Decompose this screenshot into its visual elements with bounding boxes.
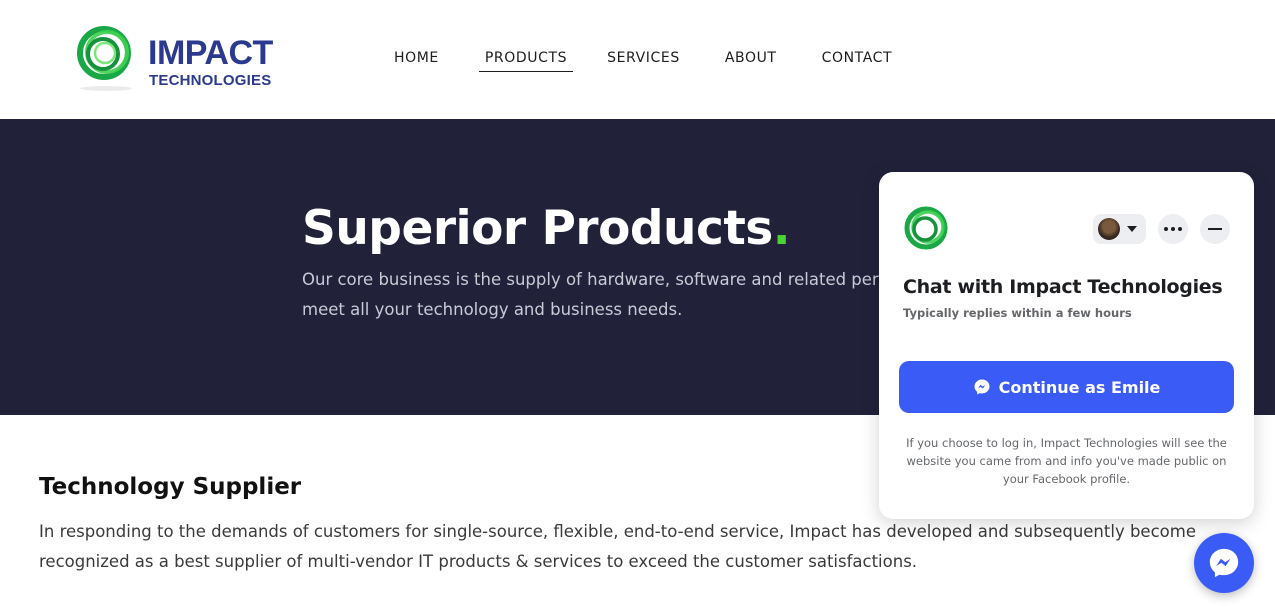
nav-item-about[interactable]: ABOUT xyxy=(719,48,783,72)
page-avatar-icon xyxy=(904,206,948,250)
user-avatar-icon xyxy=(1098,218,1120,240)
hero-title-dot: . xyxy=(772,201,791,256)
continue-label: Continue as Emile xyxy=(998,377,1161,397)
logo-tagline: TECHNOLOGIES xyxy=(149,72,272,89)
minimize-button[interactable] xyxy=(1200,214,1230,244)
site-logo[interactable]: IMPACT TECHNOLOGIES xyxy=(74,22,274,94)
logo-wordmark: IMPACT xyxy=(148,34,273,72)
continue-as-button[interactable]: Continue as Emile xyxy=(899,361,1234,413)
hero-title-text: Superior Products xyxy=(302,201,773,256)
chat-title: Chat with Impact Technologies xyxy=(903,276,1223,298)
logo-ring-icon xyxy=(77,26,131,80)
logo-shadow xyxy=(80,86,132,91)
nav-item-services[interactable]: SERVICES xyxy=(601,48,686,72)
messenger-launcher-button[interactable] xyxy=(1194,533,1254,593)
main-nav: HOME PRODUCTS SERVICES ABOUT CONTACT xyxy=(380,48,942,72)
messenger-icon xyxy=(974,379,990,395)
chat-response-time: Typically replies within a few hours xyxy=(903,306,1132,320)
site-header: IMPACT TECHNOLOGIES HOME PRODUCTS SERVIC… xyxy=(0,0,1275,119)
account-switcher[interactable] xyxy=(1093,214,1146,244)
section-text: In responding to the demands of customer… xyxy=(39,522,1196,571)
nav-item-products[interactable]: PRODUCTS xyxy=(478,48,574,72)
more-options-button[interactable] xyxy=(1158,214,1188,244)
more-options-icon xyxy=(1164,227,1182,231)
messenger-icon xyxy=(1209,548,1239,578)
caret-down-icon xyxy=(1127,226,1137,232)
section-title: Technology Supplier xyxy=(39,474,302,500)
minimize-icon xyxy=(1208,228,1222,230)
hero-title: Superior Products. xyxy=(302,201,791,257)
nav-item-contact[interactable]: CONTACT xyxy=(816,48,899,72)
chat-widget: Chat with Impact Technologies Typically … xyxy=(879,172,1254,519)
nav-item-home[interactable]: HOME xyxy=(388,48,445,72)
privacy-note: If you choose to log in, Impact Technolo… xyxy=(906,436,1227,486)
